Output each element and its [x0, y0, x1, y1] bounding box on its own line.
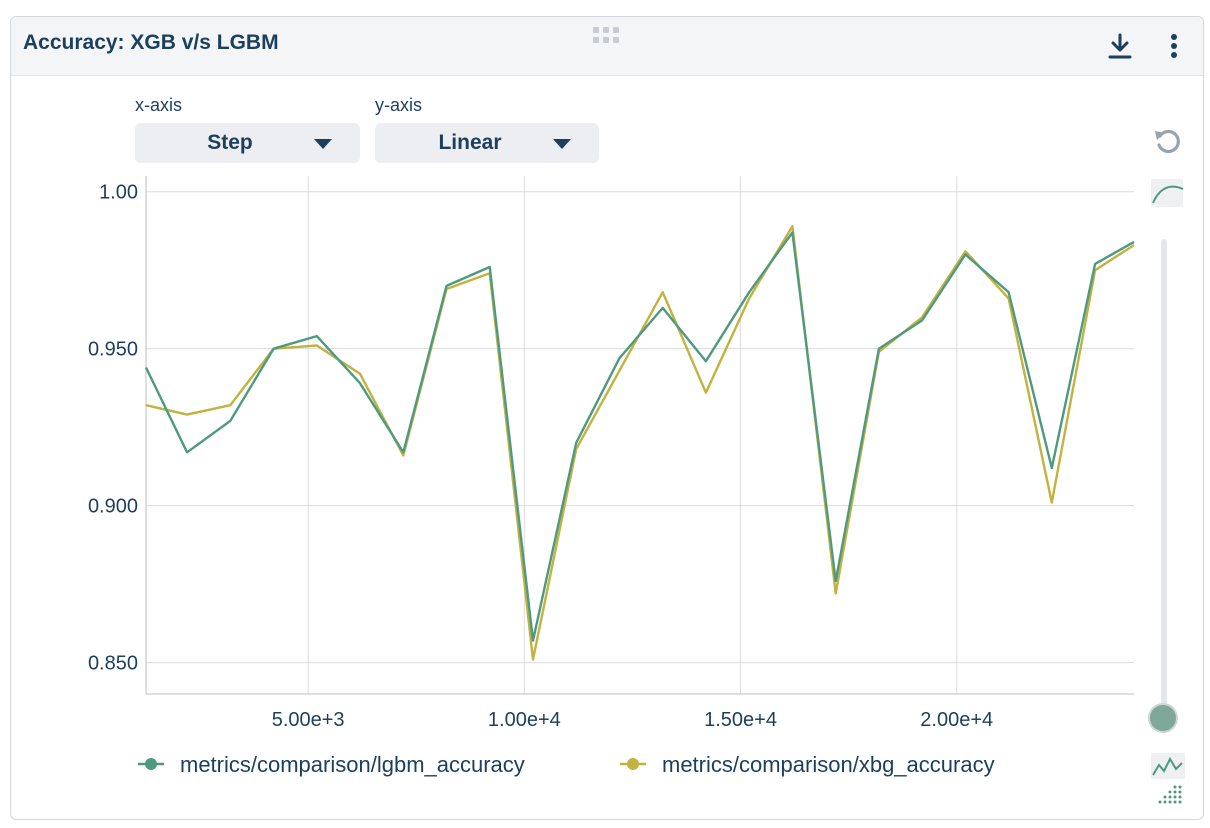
download-icon[interactable] [1105, 31, 1135, 61]
drag-grid-icon[interactable] [591, 25, 621, 45]
y-axis-dropdown[interactable]: Linear [375, 123, 599, 163]
raw-data-icon[interactable] [1149, 751, 1187, 809]
y-axis-label: y-axis [375, 95, 423, 115]
smoothing-slider[interactable] [1161, 239, 1167, 717]
vertical-dots-icon[interactable] [1159, 31, 1189, 61]
chart-panel: Accuracy: XGB v/s LGBM x-axis Step y-axi… [10, 16, 1204, 820]
smoothing-slider-handle[interactable] [1150, 705, 1176, 731]
chevron-down-icon [553, 139, 571, 149]
x-axis-label: x-axis [135, 95, 183, 115]
panel-header: Accuracy: XGB v/s LGBM [11, 17, 1203, 76]
reset-zoom-icon[interactable] [1151, 125, 1185, 159]
chevron-down-icon [314, 139, 332, 149]
x-axis-value: Step [207, 131, 253, 154]
panel-title: Accuracy: XGB v/s LGBM [23, 31, 279, 54]
x-axis-dropdown[interactable]: Step [135, 123, 360, 163]
smoothing-curve-icon[interactable] [1149, 177, 1185, 209]
y-axis-value: Linear [438, 131, 502, 154]
